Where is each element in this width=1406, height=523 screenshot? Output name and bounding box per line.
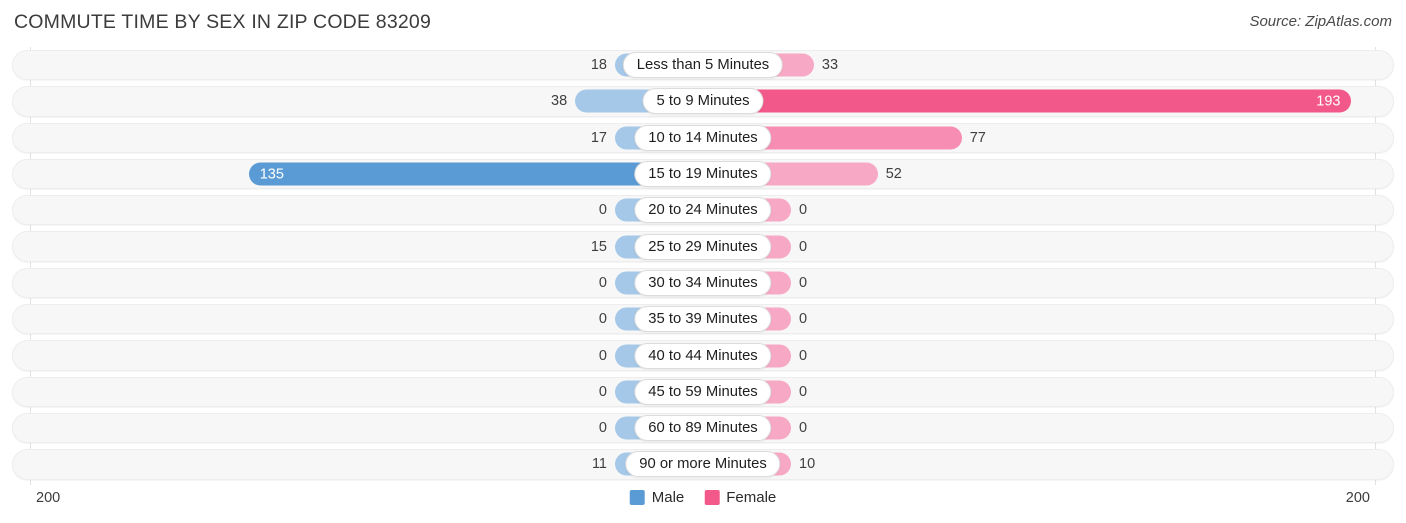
- axis-tick-right: 200: [1345, 490, 1370, 506]
- male-color-swatch: [629, 490, 645, 505]
- male-value-label: 15: [590, 238, 607, 255]
- category-label: 35 to 39 Minutes: [634, 306, 772, 333]
- chart-row: 0 0 30 to 34 Minutes: [0, 265, 1406, 301]
- female-value-label: 0: [799, 347, 808, 364]
- male-value-label: 0: [598, 274, 607, 291]
- category-label: 5 to 9 Minutes: [642, 88, 764, 115]
- chart-row: 0 0 60 to 89 Minutes: [0, 410, 1406, 446]
- female-value-label: 193: [1316, 93, 1341, 110]
- male-value-label: 11: [591, 456, 607, 473]
- chart-row: 0 0 20 to 24 Minutes: [0, 192, 1406, 228]
- chart-rows: 18 33 Less than 5 Minutes 193 38 5 to 9 Minut…: [0, 47, 1406, 483]
- page-title: COMMUTE TIME BY SEX IN ZIP CODE 83209: [14, 11, 432, 33]
- male-value-label: 38: [551, 93, 568, 110]
- female-bar[interactable]: 193: [703, 89, 1352, 113]
- female-value-label: 0: [799, 238, 808, 255]
- legend-item[interactable]: Male: [629, 489, 685, 506]
- chart-row: 193 38 5 to 9 Minutes: [0, 83, 1406, 119]
- female-value-label: 0: [799, 202, 808, 219]
- chart-row: 135 52 15 to 19 Minutes: [0, 156, 1406, 192]
- female-value-label: 0: [799, 383, 808, 400]
- male-value-label: 0: [598, 347, 607, 364]
- chart-plot-area: 18 33 Less than 5 Minutes 193 38 5 to 9 Minut…: [0, 47, 1406, 485]
- male-value-label: 0: [598, 311, 607, 328]
- axis-tick-left: 200: [36, 490, 61, 506]
- male-value-label: 0: [598, 420, 607, 437]
- male-value-label: 0: [598, 383, 607, 400]
- category-label: 40 to 44 Minutes: [634, 342, 772, 369]
- category-label: 15 to 19 Minutes: [634, 161, 772, 188]
- category-label: 25 to 29 Minutes: [634, 233, 772, 260]
- category-label: 60 to 89 Minutes: [634, 415, 772, 442]
- category-label: 20 to 24 Minutes: [634, 197, 772, 224]
- female-value-label: 0: [799, 274, 808, 291]
- category-label: 10 to 14 Minutes: [634, 124, 772, 151]
- female-value-label: 10: [799, 456, 816, 473]
- category-label: 30 to 34 Minutes: [634, 269, 772, 296]
- chart-legend: Male Female: [629, 489, 776, 506]
- category-label: Less than 5 Minutes: [622, 52, 784, 79]
- male-value-label: 0: [598, 202, 607, 219]
- chart-row: 15 0 25 to 29 Minutes: [0, 228, 1406, 264]
- category-label: 45 to 59 Minutes: [634, 378, 772, 405]
- male-value-label: 135: [259, 166, 284, 183]
- legend-label: Male: [651, 489, 685, 506]
- chart-row: 0 0 45 to 59 Minutes: [0, 374, 1406, 410]
- chart-row: 11 10 90 or more Minutes: [0, 446, 1406, 482]
- female-value-label: 52: [885, 166, 902, 183]
- male-value-label: 17: [590, 129, 607, 146]
- legend-item[interactable]: Female: [704, 489, 776, 506]
- female-color-swatch: [704, 490, 720, 505]
- chart-row: 0 0 35 to 39 Minutes: [0, 301, 1406, 337]
- chart-footer: 200 200 Male Female: [0, 486, 1406, 523]
- chart-page: COMMUTE TIME BY SEX IN ZIP CODE 83209 So…: [0, 0, 1406, 523]
- legend-label: Female: [726, 489, 777, 506]
- chart-row: 18 33 Less than 5 Minutes: [0, 47, 1406, 83]
- chart-row: 0 0 40 to 44 Minutes: [0, 337, 1406, 373]
- source-attribution: Source: ZipAtlas.com: [1249, 13, 1392, 30]
- category-label: 90 or more Minutes: [625, 451, 781, 478]
- female-value-label: 33: [821, 57, 839, 74]
- female-value-label: 77: [969, 129, 986, 146]
- female-value-label: 0: [799, 420, 808, 437]
- female-value-label: 0: [799, 311, 808, 328]
- male-value-label: 18: [590, 57, 607, 74]
- chart-row: 17 77 10 to 14 Minutes: [0, 120, 1406, 156]
